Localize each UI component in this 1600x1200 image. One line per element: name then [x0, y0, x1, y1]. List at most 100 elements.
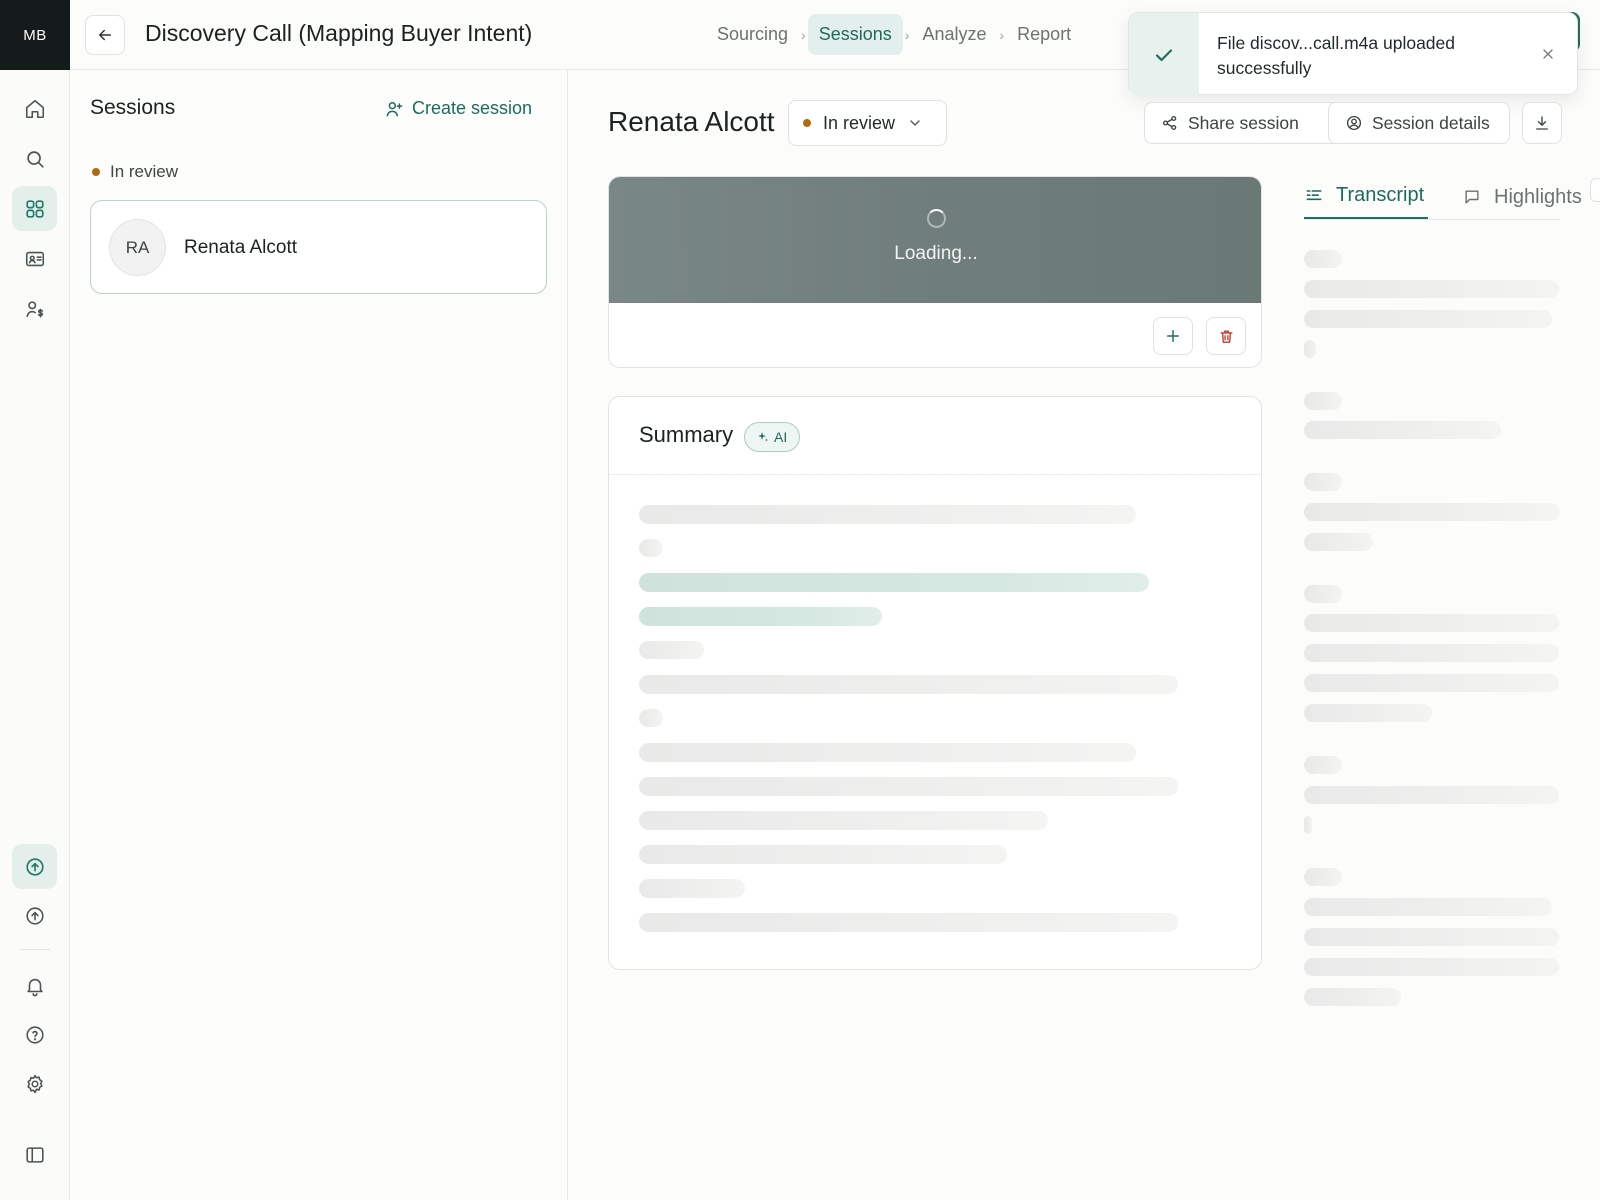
- search-icon[interactable]: [12, 136, 57, 181]
- transcript-skeleton-line: [1304, 533, 1373, 551]
- check-icon: [1129, 13, 1199, 96]
- step-sessions[interactable]: Sessions: [807, 14, 903, 55]
- transcript-skeleton-line: [1304, 816, 1312, 834]
- toggle-sidebar-icon[interactable]: [12, 1132, 57, 1177]
- trash-icon: [1220, 330, 1232, 343]
- transcript-skeleton-line: [1304, 473, 1342, 491]
- summary-card: Summary AI: [608, 396, 1262, 970]
- user-circle-icon: [1346, 115, 1362, 131]
- chevron-right-icon: ›: [801, 26, 806, 43]
- transcript-skeleton-line: [1304, 310, 1552, 328]
- create-session-label: Create session: [412, 98, 533, 118]
- transcript-skeleton-line: [1304, 898, 1552, 916]
- transcript-skeleton-line: [1304, 421, 1501, 439]
- status-dot: [92, 168, 100, 176]
- tab-transcript-label: Transcript: [1336, 184, 1425, 206]
- share-session-label: Share session: [1188, 112, 1299, 133]
- transcript-skeleton-line: [1304, 503, 1559, 521]
- summary-header: Summary AI: [609, 397, 1261, 475]
- summary-title: Summary: [639, 422, 734, 447]
- participants-incentive-icon[interactable]: [12, 286, 57, 331]
- status-group-label: In review: [110, 162, 179, 181]
- transcript-skeleton-line: [1304, 340, 1316, 358]
- notifications-bell-icon[interactable]: [12, 963, 57, 1008]
- upload-icon[interactable]: [12, 893, 57, 938]
- tab-highlights[interactable]: Highlights: [1462, 174, 1582, 220]
- transcript-skeleton-line: [1304, 928, 1559, 946]
- step-analyze[interactable]: Analyze: [911, 14, 997, 55]
- transcript-skeleton-line: [1304, 704, 1432, 722]
- sessions-title: Sessions: [90, 96, 176, 119]
- session-details-label: Session details: [1372, 112, 1490, 133]
- transcript-skeleton-line: [1304, 868, 1342, 886]
- summary-skeleton-line: [639, 913, 1178, 932]
- toast-message: File discov...call.m4a uploaded successf…: [1217, 33, 1455, 78]
- summary-skeleton-line: [639, 743, 1136, 762]
- summary-skeleton-line: [639, 505, 1136, 524]
- arrow-left-icon: [99, 29, 111, 41]
- tab-transcript[interactable]: Transcript: [1304, 174, 1429, 220]
- step-report[interactable]: Report: [1006, 14, 1082, 55]
- page-title: Discovery Call (Mapping Buyer Intent): [145, 20, 533, 46]
- share-icon: [1162, 115, 1177, 131]
- upload-status-icon[interactable]: [12, 844, 57, 889]
- summary-skeleton-line: [639, 811, 1048, 830]
- download-icon: [1536, 116, 1548, 130]
- comment-icon: [1465, 190, 1479, 204]
- transcript-skeleton-line: [1304, 958, 1559, 976]
- share-session-button[interactable]: Share session: [1144, 102, 1344, 144]
- summary-skeleton-line: [639, 709, 663, 727]
- status-dropdown[interactable]: In review: [788, 100, 947, 146]
- chevron-down-icon: [910, 120, 920, 126]
- transcript-skeleton-line: [1304, 988, 1401, 1006]
- tab-highlights-label: Highlights: [1494, 185, 1582, 208]
- settings-gear-icon[interactable]: [12, 1061, 57, 1106]
- transcript-skeleton-line: [1304, 392, 1342, 410]
- contact-card-icon[interactable]: [12, 236, 57, 281]
- transcript-skeleton-line: [1304, 585, 1342, 603]
- loading-text: Loading...: [894, 243, 978, 264]
- projects-grid-icon[interactable]: [12, 186, 57, 231]
- upload-success-toast: File discov...call.m4a uploaded successf…: [1128, 12, 1578, 96]
- transcript-lines-icon: [1306, 189, 1322, 200]
- chevron-right-icon: ›: [904, 26, 910, 43]
- transcript-skeleton-line: [1304, 644, 1559, 662]
- delete-media-button[interactable]: [1206, 317, 1246, 355]
- ai-badge-label: AI: [774, 429, 788, 445]
- media-player-card: Loading...: [608, 176, 1262, 368]
- home-icon[interactable]: [12, 86, 57, 131]
- download-button[interactable]: [1522, 102, 1562, 144]
- step-sourcing[interactable]: Sourcing: [706, 14, 799, 55]
- tabs-divider: [1304, 219, 1560, 220]
- status-group-in-review: In review: [92, 162, 178, 182]
- rail-divider: [20, 949, 50, 950]
- session-title: Renata Alcott: [608, 106, 775, 137]
- session-list-item[interactable]: RA Renata Alcott: [90, 200, 547, 294]
- back-button[interactable]: [85, 15, 125, 55]
- status-dropdown-value: In review: [823, 112, 896, 133]
- left-rail: MB: [0, 0, 70, 1200]
- session-participant-name: Renata Alcott: [184, 237, 298, 258]
- help-icon[interactable]: [12, 1012, 57, 1057]
- transcript-skeleton-line: [1304, 280, 1559, 298]
- summary-skeleton-line: [639, 573, 1149, 592]
- chevron-right-icon: ›: [999, 26, 1005, 43]
- status-dot: [803, 119, 811, 127]
- add-clip-button[interactable]: [1153, 317, 1193, 355]
- summary-skeleton-line: [639, 607, 882, 626]
- more-tabs-button[interactable]: [1590, 178, 1600, 202]
- summary-skeleton-line: [639, 777, 1178, 796]
- sessions-panel: Sessions Create session In review RA Ren…: [70, 70, 568, 1200]
- close-icon[interactable]: [1537, 43, 1559, 65]
- transcript-skeleton-line: [1304, 250, 1342, 268]
- media-preview: Loading...: [609, 177, 1261, 303]
- loading-spinner-icon: [927, 209, 946, 228]
- session-details-button[interactable]: Session details: [1328, 102, 1510, 144]
- transcript-skeleton-line: [1304, 786, 1559, 804]
- summary-skeleton-line: [639, 641, 704, 659]
- create-session-button[interactable]: Create session: [384, 98, 532, 119]
- summary-skeleton-line: [639, 879, 745, 898]
- transcript-skeleton-line: [1304, 756, 1342, 774]
- workspace-logo[interactable]: MB: [0, 0, 70, 70]
- add-user-icon: [386, 101, 403, 116]
